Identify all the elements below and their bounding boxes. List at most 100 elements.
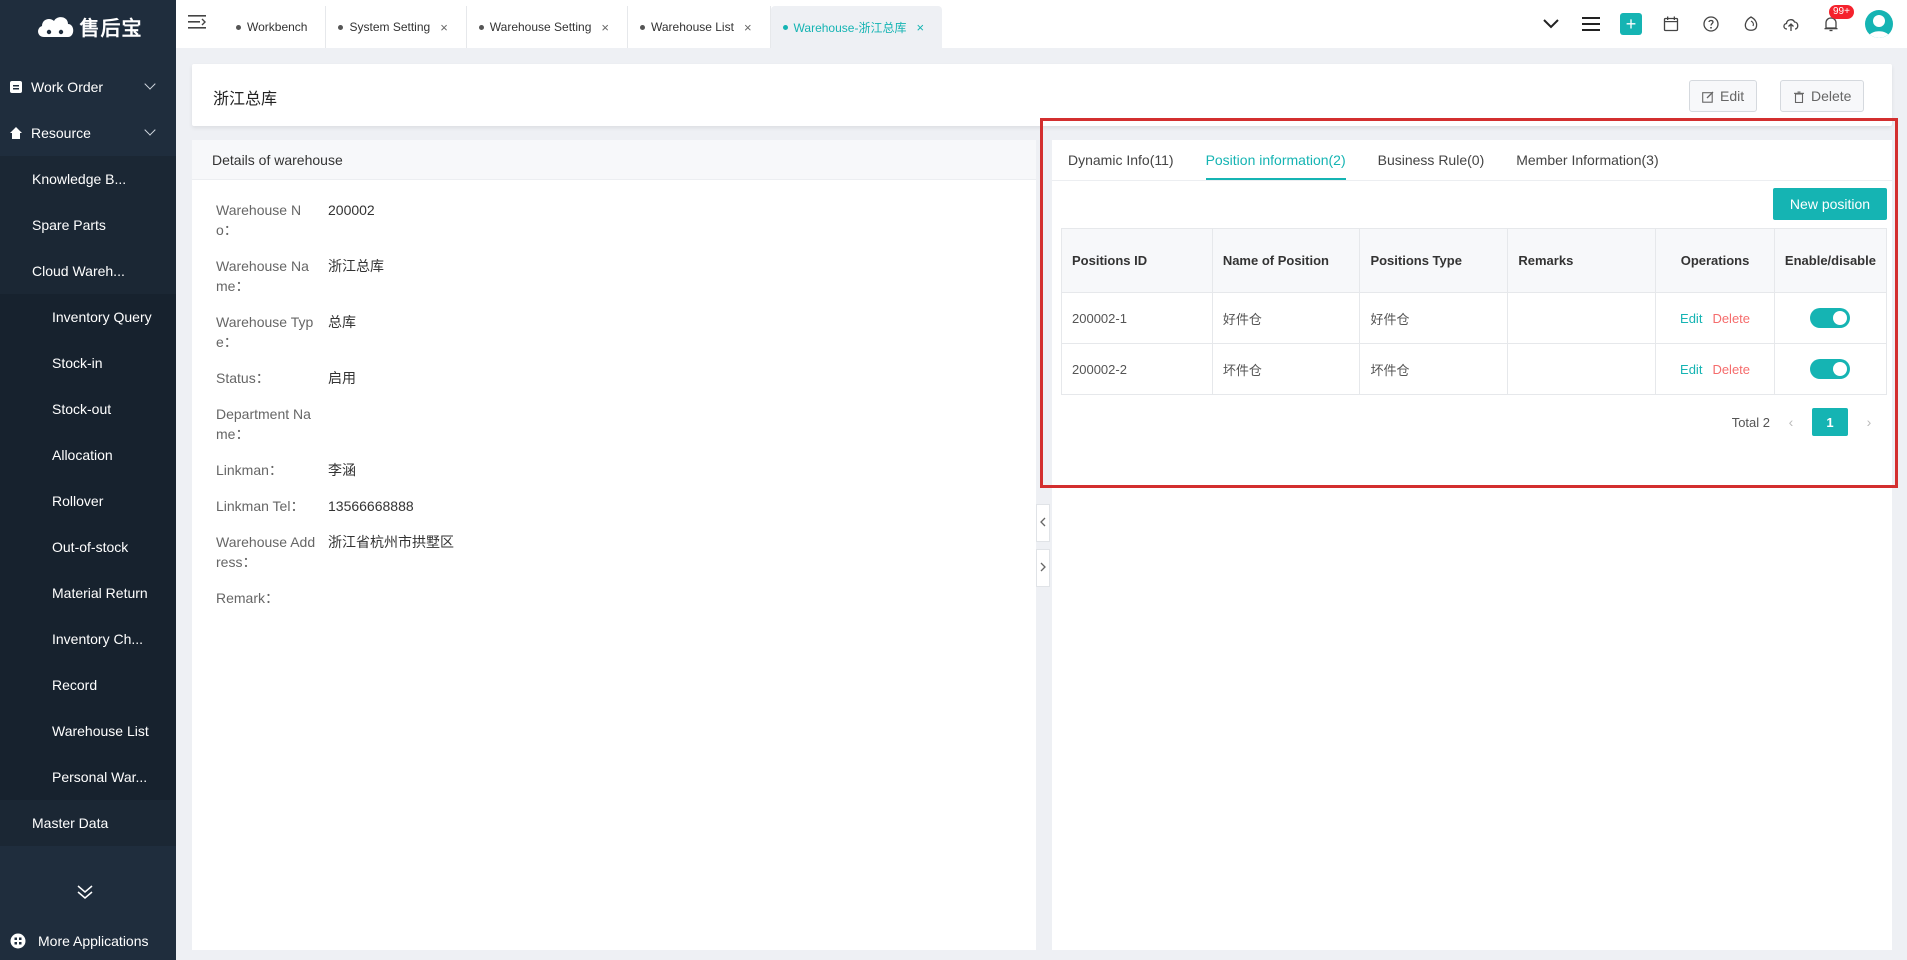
sidebar-menu: Work Order Resource Knowledge B... Spare… — [0, 64, 176, 846]
sidebar-item-material-return[interactable]: Material Return — [0, 570, 176, 616]
collapse-left-handle[interactable] — [1036, 504, 1050, 542]
new-position-button[interactable]: New position — [1773, 188, 1887, 220]
cloud-upload-icon[interactable] — [1771, 0, 1811, 48]
column-header-enable-disable: Enable/disable — [1773, 228, 1888, 293]
sidebar-item-master-data[interactable]: Master Data — [0, 800, 176, 846]
sidebar-item-out-of-stock[interactable]: Out-of-stock — [0, 524, 176, 570]
sidebar-item-resource[interactable]: Resource — [0, 110, 176, 156]
delete-button-label: Delete — [1811, 88, 1852, 104]
bell-icon[interactable]: 99+ — [1811, 0, 1854, 48]
tab-dot — [478, 24, 484, 30]
enable-toggle[interactable] — [1810, 359, 1851, 379]
detail-label: Department Name： — [216, 406, 311, 442]
page-number[interactable]: 1 — [1812, 408, 1848, 436]
cell-name-of-position: 好件仓 — [1211, 292, 1361, 344]
tab-dot — [236, 24, 241, 30]
detail-value: 200002 — [328, 202, 375, 218]
more-applications[interactable]: More Applications — [0, 922, 176, 960]
avatar — [1865, 10, 1893, 38]
row-delete-link[interactable]: Delete — [1712, 362, 1750, 377]
sidebar-item-stock-out[interactable]: Stock-out — [0, 386, 176, 432]
tab-business-rule[interactable]: Business Rule(0) — [1378, 140, 1485, 180]
cell-enable-disable — [1773, 292, 1888, 344]
warehouse-info-panel: Dynamic Info(11) Position information(2)… — [1052, 140, 1892, 950]
list-icon[interactable] — [1571, 0, 1611, 48]
sidebar-item-work-order[interactable]: Work Order — [0, 64, 176, 110]
add-icon[interactable]: + — [1611, 0, 1651, 48]
page-title: 浙江总库 — [213, 91, 278, 108]
detail-value: 浙江总库 — [328, 258, 384, 274]
tab-dynamic-info[interactable]: Dynamic Info(11) — [1068, 140, 1174, 180]
calendar-icon[interactable] — [1651, 0, 1691, 48]
cell-positions-type: 好件仓 — [1359, 292, 1509, 344]
detail-value: 启用 — [328, 370, 356, 386]
menu-toggle-icon[interactable] — [188, 14, 206, 30]
delete-button[interactable]: Delete — [1780, 80, 1865, 112]
user-avatar[interactable] — [1851, 0, 1907, 48]
sidebar-item-cloud-warehouse[interactable]: Cloud Wareh... — [0, 248, 176, 294]
tab-dot — [640, 24, 645, 30]
logo-cloud-icon — [34, 13, 76, 39]
tab-warehouse-setting[interactable]: Warehouse Setting × — [467, 6, 628, 48]
sidebar-item-label: Cloud Wareh... — [32, 263, 125, 279]
help-icon[interactable] — [1691, 0, 1731, 48]
tab-warehouse-detail[interactable]: Warehouse-浙江总库 × — [770, 6, 943, 48]
enable-toggle[interactable] — [1810, 308, 1851, 328]
column-header-positions-type: Positions Type — [1359, 228, 1509, 293]
sidebar-item-warehouse-list[interactable]: Warehouse List — [0, 708, 176, 754]
tab-warehouse-list[interactable]: Warehouse List × — [628, 6, 771, 48]
detail-value: 李涵 — [328, 462, 356, 478]
cloud-warehouse-submenu: Inventory Query Stock-in Stock-out Alloc… — [0, 294, 176, 800]
tab-position-information[interactable]: Position information(2) — [1205, 140, 1346, 180]
row-delete-link[interactable]: Delete — [1712, 311, 1750, 326]
skin-icon[interactable] — [1731, 0, 1771, 48]
resource-submenu: Knowledge B... Spare Parts Cloud Wareh..… — [0, 156, 176, 846]
prev-page-icon[interactable]: ‹ — [1784, 414, 1798, 430]
tab-label: Warehouse-浙江总库 — [793, 20, 907, 35]
chevron-down-icon[interactable] — [1531, 0, 1571, 48]
sidebar-item-record[interactable]: Record — [0, 662, 176, 708]
sidebar-item-label: Inventory Query — [52, 309, 152, 325]
sidebar-item-inventory-check[interactable]: Inventory Ch... — [0, 616, 176, 662]
tab-system-setting[interactable]: System Setting × — [326, 6, 467, 48]
tab-member-information[interactable]: Member Information(3) — [1516, 140, 1658, 180]
sidebar-item-label: Inventory Ch... — [52, 631, 144, 647]
tab-label: System Setting — [349, 20, 431, 34]
card-title: Details of warehouse — [192, 140, 1036, 180]
close-icon[interactable]: × — [916, 20, 924, 35]
sidebar-item-personal-warehouse[interactable]: Personal War... — [0, 754, 176, 800]
expand-more-icon[interactable] — [76, 884, 94, 905]
next-page-icon[interactable]: › — [1862, 414, 1876, 430]
sidebar-item-allocation[interactable]: Allocation — [0, 432, 176, 478]
close-icon[interactable]: × — [601, 20, 609, 35]
sidebar: 售后宝 Work Order Resource Knowledge B... S… — [0, 0, 176, 960]
sidebar-item-rollover[interactable]: Rollover — [0, 478, 176, 524]
cell-positions-id: 200002-1 — [1061, 292, 1213, 344]
sidebar-item-label: Spare Parts — [32, 217, 106, 233]
sidebar-item-label: Out-of-stock — [52, 539, 129, 555]
row-edit-link[interactable]: Edit — [1680, 362, 1702, 377]
trash-icon — [1793, 90, 1805, 104]
tab-dot — [338, 24, 344, 30]
cell-operations: Edit Delete — [1655, 292, 1775, 344]
edit-button[interactable]: Edit — [1689, 80, 1758, 112]
tab-workbench[interactable]: Workbench — [224, 6, 327, 48]
column-header-remarks: Remarks — [1507, 228, 1657, 293]
collapse-right-handle[interactable] — [1036, 549, 1050, 587]
sidebar-item-label: Stock-out — [52, 401, 112, 417]
sidebar-item-spare-parts[interactable]: Spare Parts — [0, 202, 176, 248]
sidebar-item-label: Rollover — [52, 493, 104, 509]
row-edit-link[interactable]: Edit — [1680, 311, 1702, 326]
sidebar-item-label: Work Order — [31, 79, 104, 95]
chevron-down-icon — [144, 124, 156, 136]
sidebar-item-knowledge-base[interactable]: Knowledge B... — [0, 156, 176, 202]
logo[interactable]: 售后宝 — [0, 0, 176, 52]
sidebar-item-stock-in[interactable]: Stock-in — [0, 340, 176, 386]
sidebar-item-inventory-query[interactable]: Inventory Query — [0, 294, 176, 340]
close-icon[interactable]: × — [440, 20, 448, 35]
sidebar-item-label: Knowledge B... — [32, 171, 127, 187]
detail-value: 浙江省杭州市拱墅区 — [328, 534, 454, 550]
positions-table: Positions ID Name of Position Positions … — [1061, 228, 1888, 395]
detail-label: Warehouse No： — [216, 202, 302, 238]
close-icon[interactable]: × — [744, 20, 752, 35]
